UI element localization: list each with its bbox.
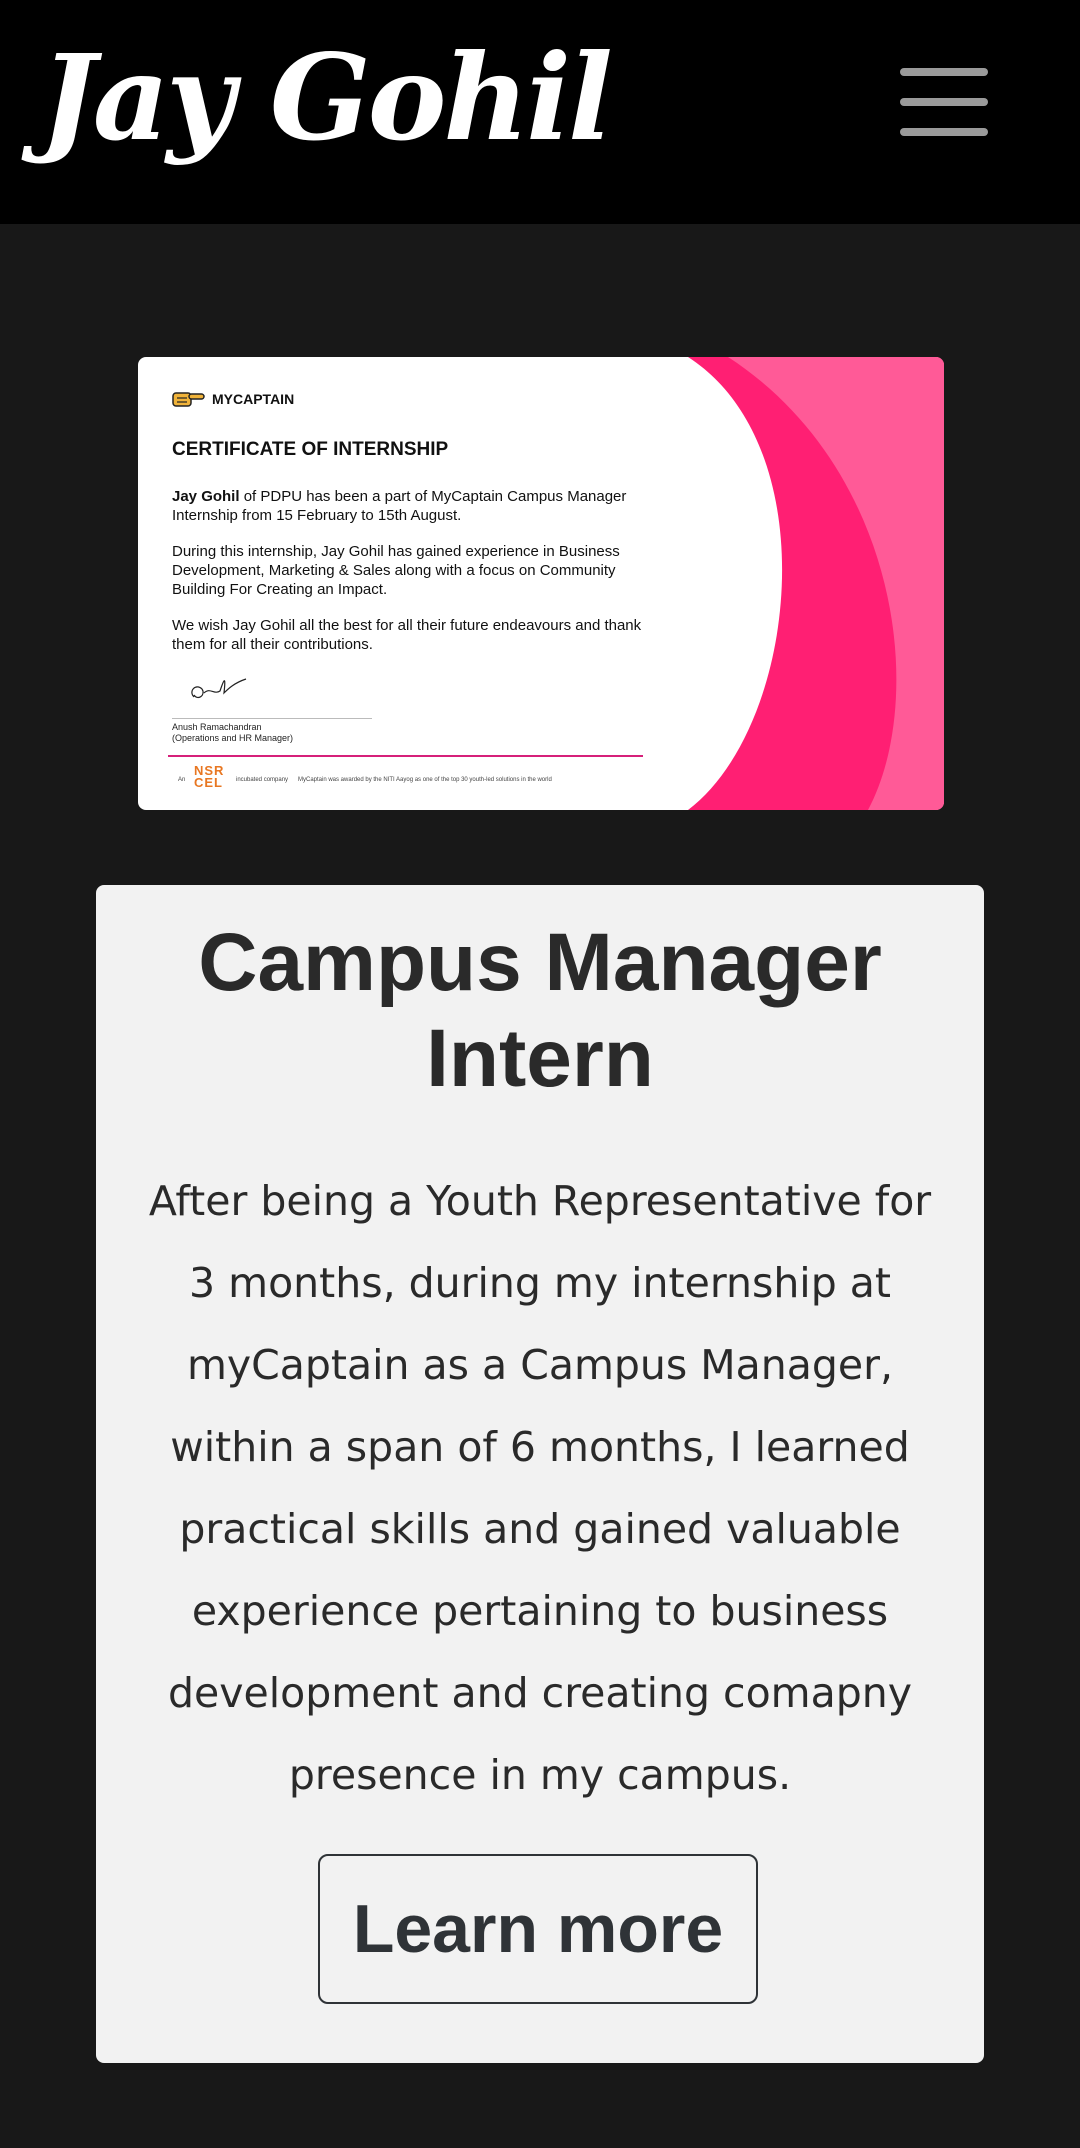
certificate-image: MYCAPTAIN CERTIFICATE OF INTERNSHIP Jay … — [138, 357, 944, 810]
certificate-title: CERTIFICATE OF INTERNSHIP — [172, 439, 449, 460]
certificate-divider — [168, 755, 643, 757]
signer-name: Anush Ramachandran — [172, 722, 262, 732]
nsrcel-logo-line-2: CEL — [194, 775, 223, 790]
card-description: After being a Youth Representative for 3… — [148, 1177, 932, 1799]
top-navbar: Jay Gohil — [0, 0, 1080, 224]
menu-bar — [900, 128, 988, 136]
signer-role: (Operations and HR Manager) — [172, 733, 294, 743]
hamburger-menu-icon[interactable] — [896, 64, 992, 144]
nsrcel-logo: NSR CEL — [194, 764, 224, 790]
footer-incubated: incubated company — [236, 777, 289, 783]
certificate-recipient: Jay Gohil — [172, 488, 240, 505]
certificate-brand: MYCAPTAIN — [172, 387, 294, 411]
experience-card: Campus Manager Intern After being a Yout… — [96, 885, 984, 2063]
menu-bar — [900, 98, 988, 106]
card-title: Campus Manager Intern — [198, 917, 882, 1104]
site-logo[interactable]: Jay Gohil — [40, 28, 613, 168]
certificate-paragraph-1: Jay Gohil of PDPU has been a part of MyC… — [172, 487, 672, 525]
learn-more-button[interactable]: Learn more — [318, 1854, 758, 2004]
footer-an: An — [178, 777, 186, 783]
certificate-signer: Anush Ramachandran (Operations and HR Ma… — [172, 722, 293, 744]
signature-image — [191, 678, 247, 699]
certificate-brand-name: MYCAPTAIN — [212, 391, 295, 407]
menu-bar — [900, 68, 988, 76]
certificate-paragraph-3: We wish Jay Gohil all the best for all t… — [172, 617, 642, 653]
certificate-footer: An NSR CEL incubated company MyCaptain w… — [178, 764, 598, 793]
footer-award-text: MyCaptain was awarded by the NITI Aayog … — [298, 777, 552, 783]
certificate-paragraph-2: During this internship, Jay Gohil has ga… — [172, 543, 620, 598]
signature-line — [172, 718, 372, 719]
pointing-hand-icon — [172, 392, 205, 407]
certificate-paragraph-1-text: of PDPU has been a part of MyCaptain Cam… — [172, 488, 627, 524]
